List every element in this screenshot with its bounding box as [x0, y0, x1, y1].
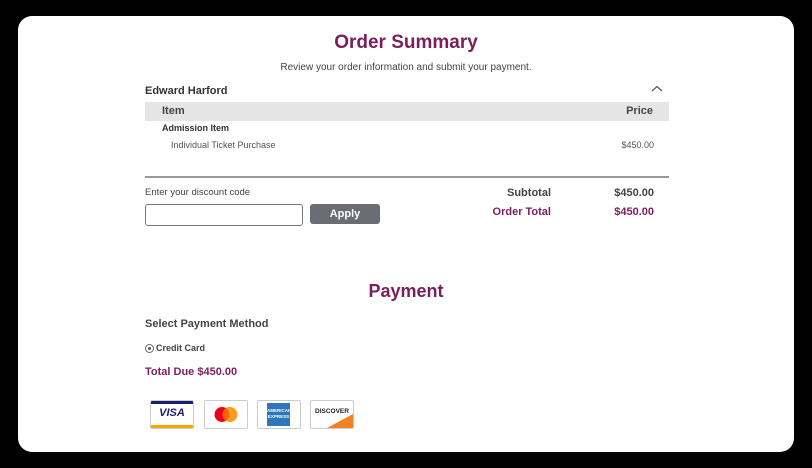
mastercard-icon [204, 400, 248, 429]
subtotal-label: Subtotal [507, 187, 551, 199]
line-item-label: Individual Ticket Purchase [171, 140, 276, 150]
total-due: Total Due $450.00 [145, 366, 238, 378]
credit-card-radio[interactable] [145, 344, 154, 353]
line-item-price: $450.00 [621, 140, 654, 150]
amex-icon: AMERICAN EXPRESS [257, 400, 301, 429]
amex-text: AMERICAN EXPRESS [267, 408, 292, 419]
discover-text: DISCOVER [315, 408, 349, 415]
payment-method-label: Select Payment Method [145, 318, 269, 330]
order-table-header: Item Price [145, 102, 669, 121]
item-category: Admission Item [162, 123, 230, 133]
discount-code-input[interactable] [145, 204, 303, 226]
chevron-up-icon[interactable] [650, 84, 664, 94]
visa-text: VISA [159, 407, 185, 419]
page-subtitle: Review your order information and submit… [280, 62, 532, 73]
column-header-price: Price [626, 105, 653, 117]
device-frame: Order Summary Review your order informat… [0, 0, 812, 468]
payment-title: Payment [368, 281, 444, 301]
attendee-name: Edward Harford [145, 85, 228, 97]
credit-card-label[interactable]: Credit Card [156, 343, 205, 353]
discount-label: Enter your discount code [145, 187, 251, 198]
checkout-screen: Order Summary Review your order informat… [18, 16, 794, 452]
visa-icon: VISA [150, 400, 194, 429]
order-total-value: $450.00 [614, 206, 654, 218]
subtotal-value: $450.00 [614, 187, 654, 199]
discover-icon: DISCOVER [310, 400, 354, 429]
column-header-item: Item [162, 105, 185, 117]
order-total-label: Order Total [492, 206, 551, 218]
apply-button[interactable]: Apply [310, 204, 380, 224]
page-title: Order Summary [334, 32, 478, 53]
summary-divider [145, 176, 669, 178]
